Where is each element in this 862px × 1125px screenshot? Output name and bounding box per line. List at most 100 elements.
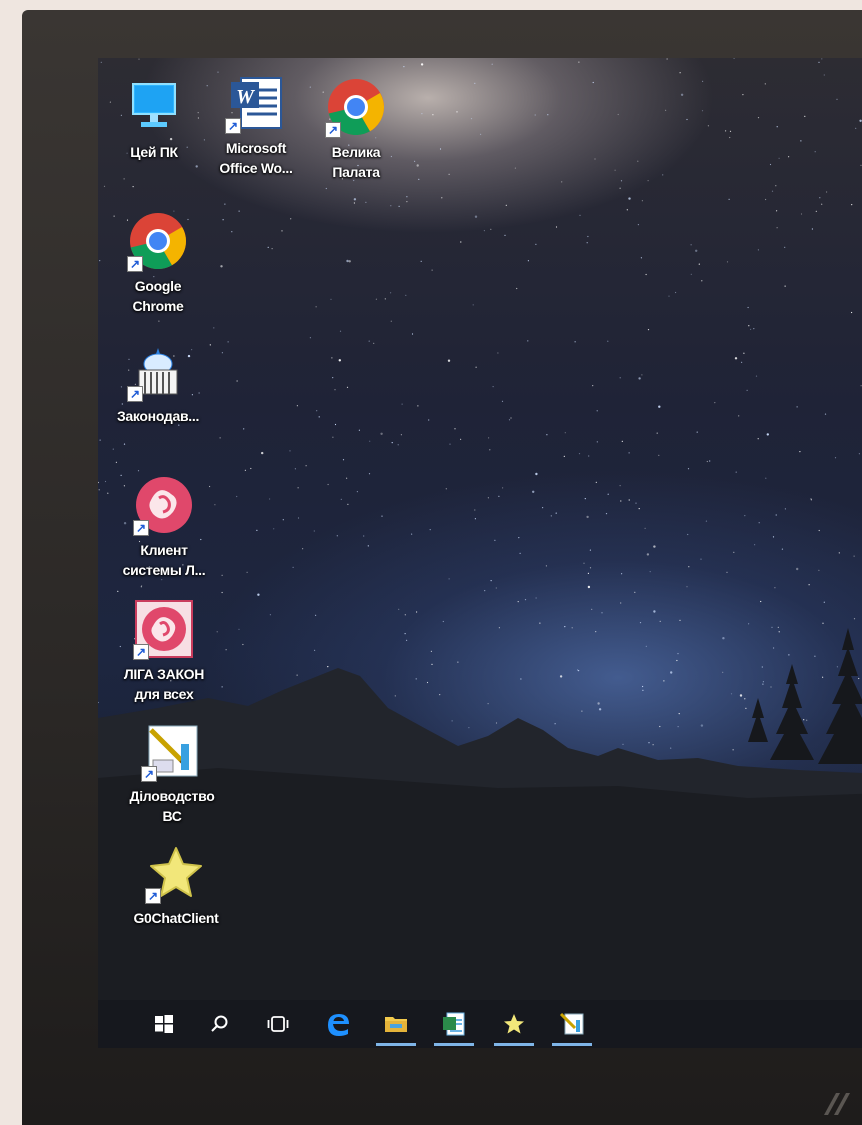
star bbox=[414, 160, 416, 162]
star bbox=[773, 647, 775, 649]
star bbox=[380, 432, 383, 435]
star bbox=[686, 118, 688, 121]
star bbox=[754, 544, 756, 546]
star bbox=[480, 133, 482, 135]
star bbox=[534, 114, 536, 116]
star bbox=[688, 566, 690, 568]
desktop-icon-label: Велика Палата bbox=[331, 144, 381, 180]
star bbox=[640, 257, 643, 259]
star bbox=[492, 386, 494, 388]
star bbox=[677, 653, 679, 655]
star bbox=[474, 518, 476, 520]
active-indicator bbox=[552, 1043, 592, 1046]
star bbox=[468, 727, 470, 729]
star bbox=[368, 340, 370, 342]
star bbox=[851, 673, 854, 675]
edge-button[interactable] bbox=[314, 1000, 362, 1048]
star bbox=[315, 614, 317, 616]
star bbox=[390, 320, 392, 322]
star bbox=[483, 230, 485, 232]
star bbox=[405, 294, 407, 296]
desktop-icon-this-pc[interactable]: Цей ПК bbox=[106, 76, 202, 162]
star bbox=[454, 428, 456, 430]
star bbox=[757, 249, 760, 251]
file-explorer-button[interactable] bbox=[372, 1000, 420, 1048]
star bbox=[760, 600, 762, 603]
star bbox=[221, 574, 223, 576]
star bbox=[527, 340, 529, 342]
star bbox=[487, 497, 489, 499]
search-button[interactable] bbox=[196, 1000, 244, 1048]
star bbox=[325, 753, 328, 756]
star bbox=[257, 593, 260, 596]
star bbox=[420, 63, 424, 66]
desktop[interactable]: Цей ПК W ↗ Microsoft Office Wo... ↗ Вели… bbox=[98, 58, 862, 1048]
star bbox=[788, 156, 790, 158]
desktop-icon-liga-zakon[interactable]: ↗ ЛІГА ЗАКОН для всех bbox=[116, 598, 212, 704]
star bbox=[745, 707, 747, 710]
star bbox=[663, 680, 665, 682]
desktop-icon-dilovodstvo[interactable]: ↗ Діловодство ВС bbox=[124, 720, 220, 826]
star bbox=[353, 202, 355, 204]
star bbox=[772, 536, 775, 538]
star bbox=[474, 215, 478, 218]
star bbox=[490, 228, 492, 230]
star bbox=[527, 260, 529, 262]
star bbox=[586, 242, 588, 244]
star bbox=[502, 487, 504, 489]
star bbox=[501, 400, 504, 402]
task-view-button[interactable] bbox=[254, 1000, 302, 1048]
star bbox=[617, 113, 619, 116]
star bbox=[346, 386, 349, 388]
star bbox=[784, 285, 786, 287]
star bbox=[456, 111, 458, 113]
star bbox=[561, 181, 563, 183]
star bbox=[761, 666, 763, 668]
star bbox=[137, 470, 140, 472]
star bbox=[416, 164, 419, 167]
star bbox=[238, 628, 240, 631]
star bbox=[488, 437, 490, 439]
star bbox=[571, 627, 573, 629]
star bbox=[498, 495, 500, 497]
desktop-icon-liga-client[interactable]: ↗ Клиент системы Л... bbox=[116, 474, 212, 580]
star bbox=[589, 567, 592, 569]
star bbox=[770, 686, 772, 688]
star bbox=[619, 377, 621, 379]
star bbox=[839, 735, 842, 738]
star bbox=[222, 219, 224, 221]
desktop-icon-g0chatclient[interactable]: ↗ G0ChatClient bbox=[128, 842, 224, 928]
desktop-icon-word[interactable]: W ↗ Microsoft Office Wo... bbox=[208, 72, 304, 178]
star bbox=[834, 457, 837, 459]
word-taskbar-button[interactable] bbox=[430, 1000, 478, 1048]
star bbox=[490, 580, 492, 582]
star bbox=[416, 611, 418, 613]
this-pc-icon bbox=[123, 76, 185, 138]
star bbox=[642, 685, 644, 688]
star bbox=[320, 745, 323, 747]
chat-taskbar-button[interactable] bbox=[490, 1000, 538, 1048]
star bbox=[403, 66, 405, 68]
chrome-icon: ↗ bbox=[127, 210, 189, 272]
star bbox=[764, 83, 766, 85]
shortcut-arrow-icon: ↗ bbox=[145, 888, 161, 904]
star bbox=[532, 490, 535, 493]
star bbox=[564, 626, 566, 628]
star bbox=[489, 449, 491, 451]
star bbox=[635, 502, 637, 504]
star bbox=[725, 130, 727, 132]
document-flow-taskbar-button[interactable] bbox=[548, 1000, 596, 1048]
star bbox=[851, 204, 853, 206]
desktop-icon-velyka-palata[interactable]: ↗ Велика Палата bbox=[308, 76, 404, 182]
star bbox=[811, 228, 814, 230]
desktop-icon-google-chrome[interactable]: ↗ Google Chrome bbox=[110, 210, 206, 316]
star bbox=[778, 157, 780, 159]
star bbox=[824, 413, 827, 415]
star bbox=[342, 747, 344, 749]
start-button[interactable] bbox=[140, 1000, 188, 1048]
desktop-icon-label: Цей ПК bbox=[130, 144, 178, 160]
star bbox=[542, 507, 544, 509]
star bbox=[348, 260, 351, 263]
desktop-icon-zakonodavstvo[interactable]: ↗ Законодав... bbox=[110, 340, 206, 426]
star bbox=[449, 443, 451, 445]
